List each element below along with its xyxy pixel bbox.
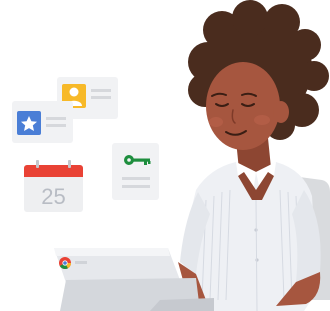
chrome-icon bbox=[59, 257, 71, 270]
star-card bbox=[12, 101, 73, 143]
key-card bbox=[112, 143, 159, 200]
calendar-date: 25 bbox=[41, 184, 65, 209]
calendar-icon: 25 bbox=[24, 160, 83, 212]
illustration: 25 bbox=[12, 0, 330, 311]
